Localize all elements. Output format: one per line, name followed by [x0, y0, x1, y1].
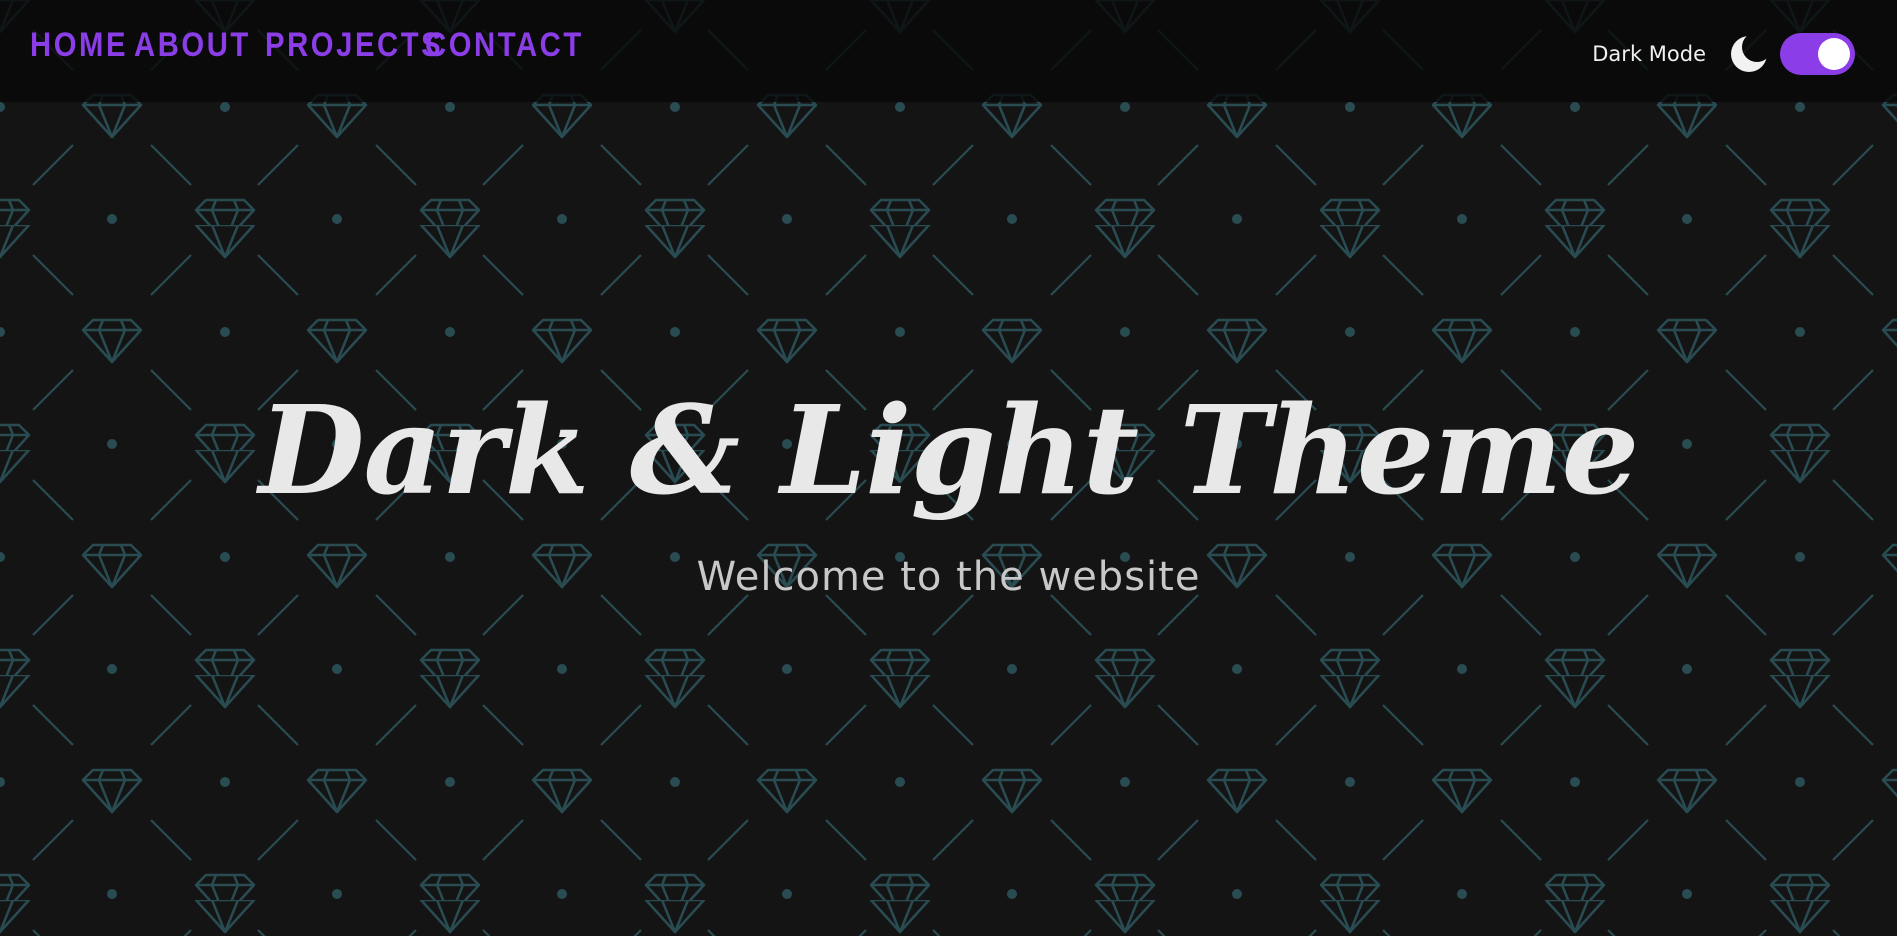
nav-home-link[interactable]: HOME: [30, 28, 138, 62]
main-nav: HOME ABOUT PROJECTS CONTACT: [30, 28, 585, 62]
dark-mode-toggle[interactable]: [1780, 33, 1855, 75]
nav-about-link[interactable]: ABOUT: [134, 28, 266, 62]
theme-mode-label: Dark Mode: [1592, 42, 1706, 66]
hero-section: Dark & Light Theme Welcome to the websit…: [0, 378, 1897, 601]
nav-contact-link[interactable]: CONTACT: [425, 28, 581, 62]
nav-projects-link[interactable]: PROJECTS: [265, 28, 441, 62]
navbar: HOME ABOUT PROJECTS CONTACT Dark Mode: [0, 0, 1897, 102]
hero-title: Dark & Light Theme: [258, 378, 1640, 522]
toggle-knob: [1818, 38, 1850, 70]
theme-switch: Dark Mode: [1592, 33, 1855, 75]
hero-subtitle: Welcome to the website: [696, 554, 1201, 601]
moon-icon: [1731, 36, 1767, 72]
